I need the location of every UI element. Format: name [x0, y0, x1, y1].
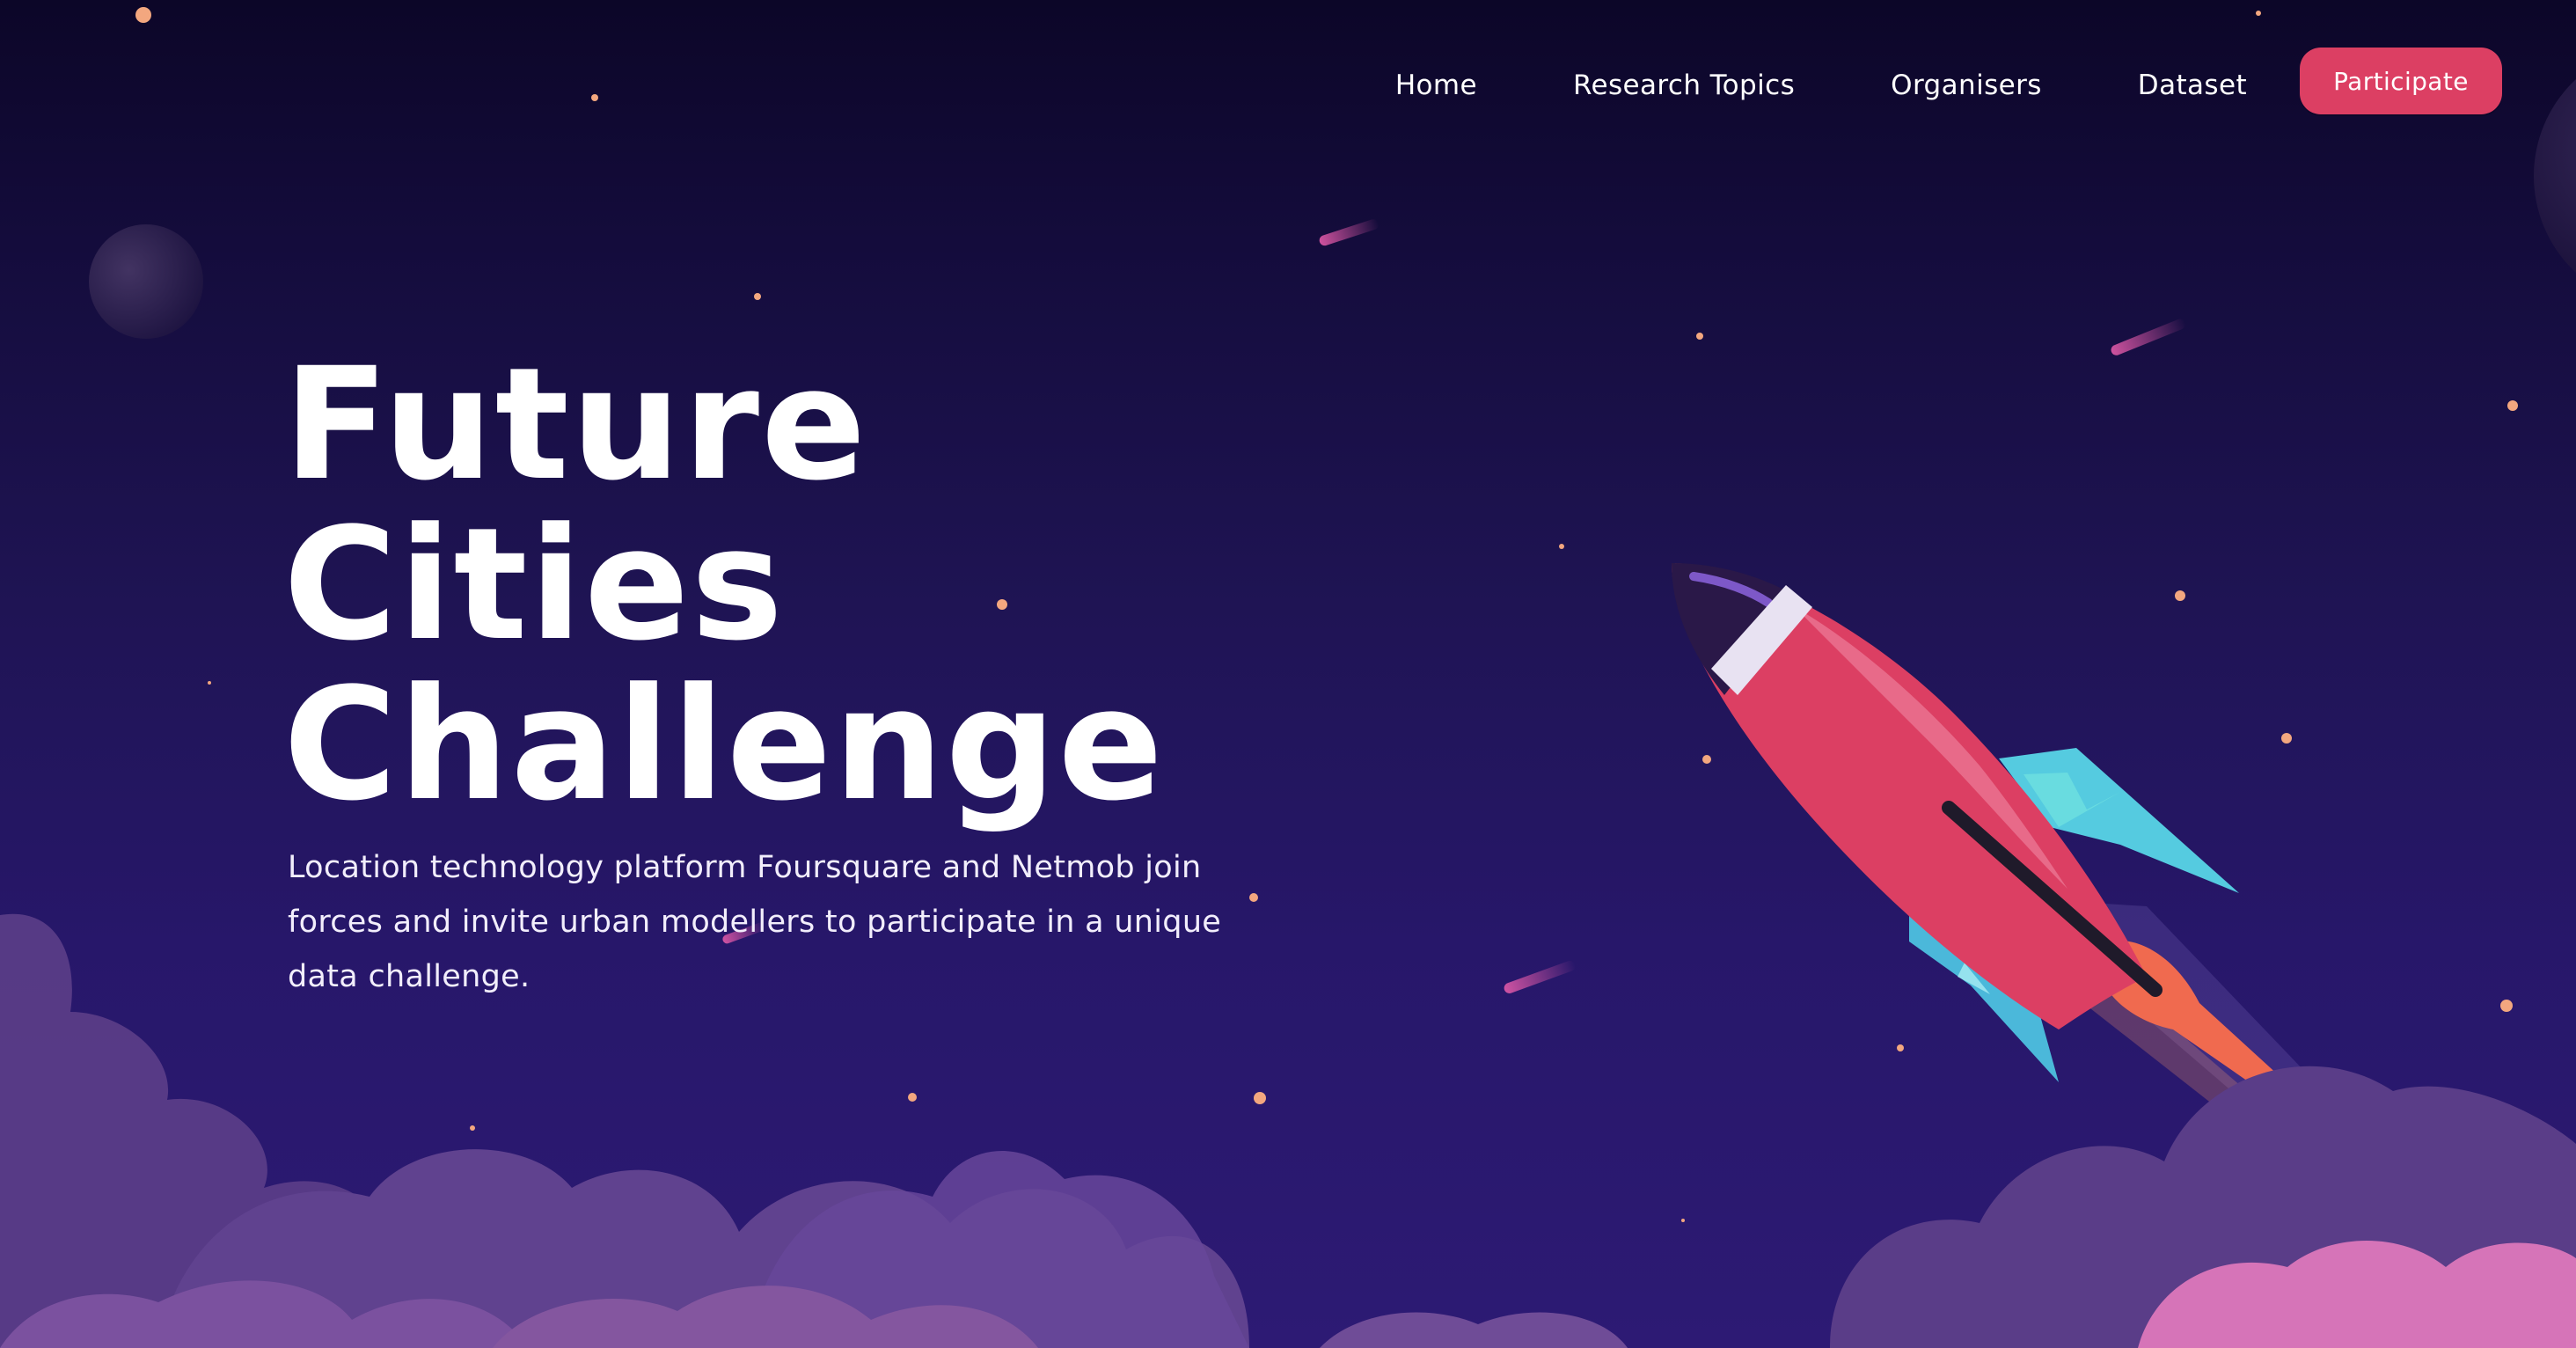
hero-title-line-2: Cities: [283, 495, 786, 675]
planet-left: [89, 224, 203, 339]
hero-title: Future Cities Challenge: [283, 345, 1251, 825]
nav-link-organisers[interactable]: Organisers: [1891, 70, 2042, 101]
planet-right: [2534, 79, 2576, 273]
participate-button[interactable]: Participate: [2300, 48, 2502, 114]
hero-title-line-1: Future: [283, 334, 868, 515]
nav-link-research-topics[interactable]: Research Topics: [1573, 70, 1795, 101]
hero-description: Location technology platform Foursquare …: [288, 850, 1222, 994]
hero-title-line-3: Challenge: [283, 655, 1165, 835]
top-navigation: Home Research Topics Organisers Dataset …: [1395, 46, 2502, 125]
nav-link-home[interactable]: Home: [1395, 70, 1477, 101]
nav-link-dataset[interactable]: Dataset: [2138, 70, 2247, 101]
